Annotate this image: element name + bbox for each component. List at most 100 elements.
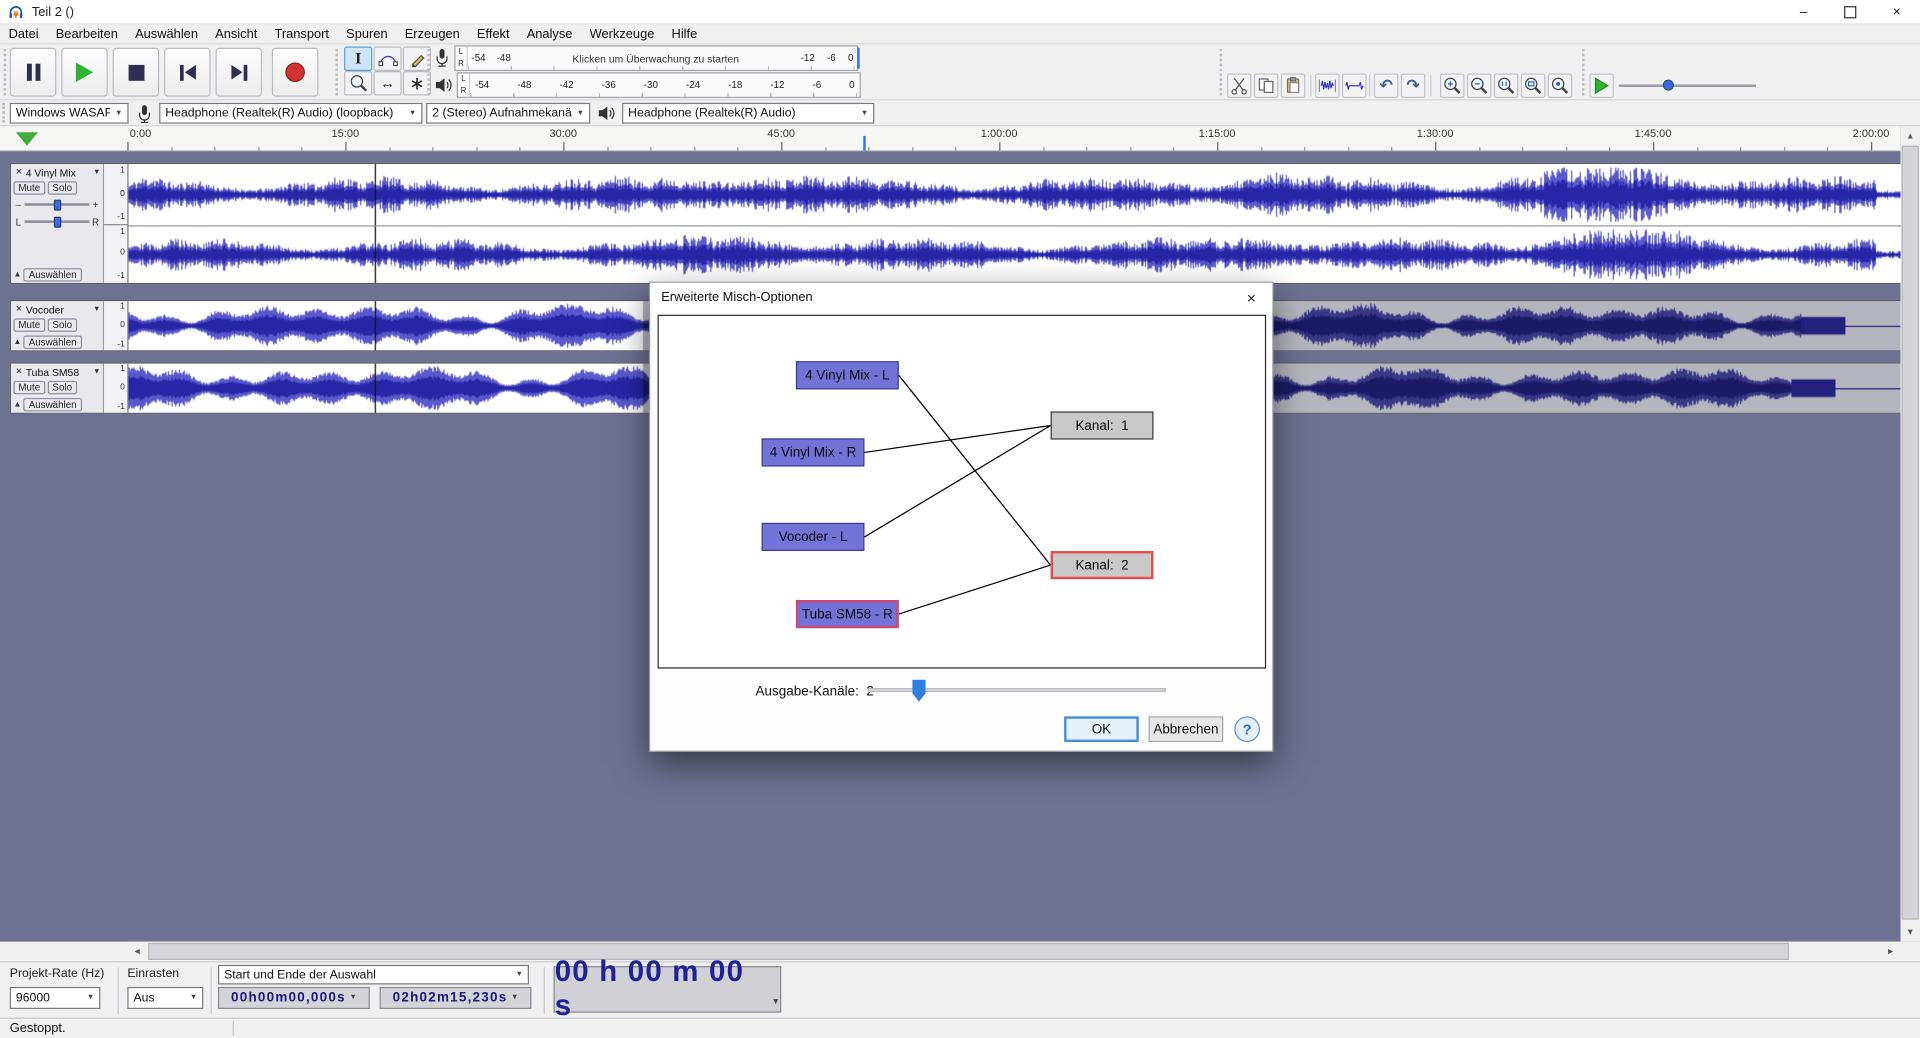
- help-button[interactable]: ?: [1234, 716, 1260, 742]
- menu-transport[interactable]: Transport: [266, 26, 338, 41]
- timeline-pin-icon[interactable]: [16, 132, 38, 145]
- pan-slider-thumb[interactable]: [53, 216, 60, 227]
- menu-bearbeiten[interactable]: Bearbeiten: [47, 26, 126, 41]
- slider-thumb[interactable]: [912, 680, 925, 702]
- envelope-tool-button[interactable]: [373, 47, 401, 71]
- play-button[interactable]: [61, 48, 108, 97]
- mixer-track-node[interactable]: 4 Vinyl Mix - L: [796, 361, 899, 389]
- zoom-selection-button[interactable]: [1494, 73, 1518, 97]
- pause-button[interactable]: [10, 48, 57, 97]
- track-close-button[interactable]: ×: [13, 167, 24, 178]
- play-at-speed-button[interactable]: [1589, 73, 1613, 97]
- track-close-button[interactable]: ×: [13, 366, 24, 377]
- track-menu-button[interactable]: ▼: [93, 306, 100, 313]
- menu-hilfe[interactable]: Hilfe: [663, 26, 706, 41]
- timeline-ruler[interactable]: 0:00 15:00 30:00 45:00 1:00:00 1:15:00 1…: [127, 126, 1900, 150]
- project-rate-select[interactable]: 96000▼: [10, 987, 101, 1009]
- waveform-canvas-right[interactable]: [129, 227, 1902, 283]
- horizontal-scrollbar-thumb[interactable]: [148, 943, 1789, 960]
- speed-slider-thumb[interactable]: [1663, 80, 1674, 91]
- track-menu-button[interactable]: ▼: [93, 168, 100, 175]
- recording-device-select[interactable]: Headphone (Realtek(R) Audio) (loopback)▼: [159, 103, 422, 124]
- horizontal-scrollbar[interactable]: ◄ ►: [127, 942, 1900, 962]
- collapse-track-button[interactable]: ▲: [13, 338, 21, 347]
- mixer-track-node-selected[interactable]: Tuba SM58 - R: [796, 600, 899, 628]
- waveform-canvas-left[interactable]: [129, 164, 1902, 225]
- menu-analyse[interactable]: Analyse: [518, 26, 581, 41]
- collapse-track-button[interactable]: ▲: [13, 400, 21, 409]
- zoom-fit-project-button[interactable]: [1521, 73, 1545, 97]
- select-track-button[interactable]: Auswählen: [24, 336, 82, 349]
- scroll-right-icon[interactable]: ►: [1881, 942, 1901, 962]
- waveform-area[interactable]: [129, 164, 1900, 283]
- copy-button[interactable]: [1254, 73, 1278, 97]
- track-name[interactable]: Vocoder: [26, 303, 93, 315]
- zoom-out-button[interactable]: [1467, 73, 1491, 97]
- solo-button[interactable]: Solo: [48, 318, 77, 331]
- menu-erzeugen[interactable]: Erzeugen: [396, 26, 468, 41]
- redo-button[interactable]: ↷: [1401, 73, 1425, 97]
- selection-end-field[interactable]: 02h02m15,230s▼: [380, 987, 532, 1009]
- cut-button[interactable]: [1227, 73, 1251, 97]
- close-button[interactable]: ×: [1873, 0, 1920, 23]
- tools-toolbar-grip[interactable]: [336, 49, 342, 96]
- track-menu-button[interactable]: ▼: [93, 368, 100, 375]
- minimize-button[interactable]: –: [1780, 0, 1827, 23]
- select-track-button[interactable]: Auswählen: [24, 268, 82, 281]
- play-at-speed-toolbar-grip[interactable]: [1582, 49, 1588, 96]
- collapse-track-button[interactable]: ▲: [13, 271, 21, 280]
- audio-position-display[interactable]: 00 h 00 m 00 s▼: [553, 966, 781, 1013]
- restore-button[interactable]: [1827, 0, 1874, 23]
- playback-device-select[interactable]: Headphone (Realtek(R) Audio)▼: [622, 103, 874, 124]
- device-toolbar-grip[interactable]: [2, 103, 8, 123]
- recording-channels-select[interactable]: 2 (Stereo) Aufnahmekanäle▼: [426, 103, 590, 124]
- paste-button[interactable]: [1281, 73, 1305, 97]
- stop-button[interactable]: [113, 48, 160, 97]
- gain-slider-thumb[interactable]: [53, 199, 60, 210]
- selection-mode-select[interactable]: Start und Ende der Auswahl▼: [218, 965, 529, 985]
- vertical-scrollbar-thumb[interactable]: [1902, 146, 1919, 920]
- zoom-tool-button[interactable]: [344, 71, 372, 95]
- menu-ansicht[interactable]: Ansicht: [207, 26, 266, 41]
- ok-button[interactable]: OK: [1064, 716, 1139, 742]
- menu-auswaehlen[interactable]: Auswählen: [127, 26, 207, 41]
- playback-speed-slider[interactable]: [1619, 82, 1756, 89]
- pan-slider[interactable]: [24, 216, 89, 228]
- track-name[interactable]: 4 Vinyl Mix: [26, 166, 93, 178]
- audio-host-select[interactable]: Windows WASAPI▼: [10, 103, 129, 124]
- menu-werkzeuge[interactable]: Werkzeuge: [581, 26, 663, 41]
- selection-start-field[interactable]: 00h00m00,000s▼: [218, 987, 370, 1009]
- skip-to-end-button[interactable]: [216, 48, 263, 97]
- dialog-close-button[interactable]: ×: [1231, 283, 1273, 312]
- silence-audio-button[interactable]: [1342, 73, 1366, 97]
- solo-button[interactable]: Solo: [48, 181, 77, 194]
- undo-button[interactable]: ↶: [1374, 73, 1398, 97]
- mute-button[interactable]: Mute: [13, 181, 45, 194]
- vertical-ruler[interactable]: 1 0 -1: [104, 301, 128, 350]
- scroll-left-icon[interactable]: ◄: [127, 942, 147, 962]
- scroll-up-icon[interactable]: ▲: [1900, 126, 1920, 146]
- cancel-button[interactable]: Abbrechen: [1149, 716, 1224, 742]
- mixer-track-node[interactable]: Vocoder - L: [762, 523, 865, 551]
- menu-effekt[interactable]: Effekt: [468, 26, 518, 41]
- playback-meter[interactable]: L R -54 -48 -42 -36 -30 -24 -18 -12 -6 0: [457, 72, 861, 98]
- scroll-down-icon[interactable]: ▼: [1900, 922, 1920, 942]
- solo-button[interactable]: Solo: [48, 381, 77, 394]
- timeline[interactable]: 0:00 15:00 30:00 45:00 1:00:00 1:15:00 1…: [0, 126, 1900, 152]
- recording-meter[interactable]: L R -54 -48 Klicken um Überwachung zu st…: [454, 45, 858, 71]
- skip-to-start-button[interactable]: [164, 48, 211, 97]
- mute-button[interactable]: Mute: [13, 318, 45, 331]
- output-channels-slider[interactable]: [868, 680, 1166, 702]
- mute-button[interactable]: Mute: [13, 381, 45, 394]
- menu-spuren[interactable]: Spuren: [338, 26, 397, 41]
- timeshift-tool-button[interactable]: ↔: [373, 71, 401, 95]
- trim-audio-button[interactable]: [1315, 73, 1339, 97]
- gain-slider[interactable]: [24, 198, 89, 210]
- mixer-channel-node-selected[interactable]: Kanal: 2: [1051, 551, 1154, 579]
- edit-toolbar-grip[interactable]: [1220, 49, 1226, 96]
- track-close-button[interactable]: ×: [13, 304, 24, 315]
- selection-tool-button[interactable]: I: [344, 47, 372, 71]
- track-name[interactable]: Tuba SM58: [26, 366, 93, 378]
- vertical-scrollbar[interactable]: ▲ ▼: [1900, 126, 1920, 942]
- snap-select[interactable]: Aus▼: [127, 987, 203, 1009]
